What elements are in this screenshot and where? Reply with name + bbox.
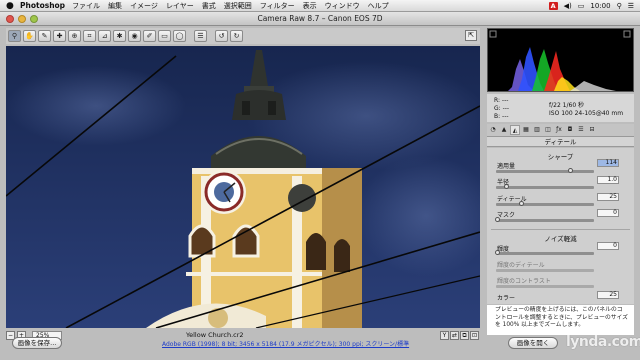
rotate-right-tool-icon[interactable]: ↻: [230, 30, 243, 42]
red-eye-tool-icon[interactable]: ◉: [128, 30, 141, 42]
tab-basic-icon[interactable]: ◔: [488, 125, 498, 135]
preferences-tool-icon[interactable]: ☰: [194, 30, 207, 42]
menu-layer[interactable]: レイヤー: [166, 1, 194, 11]
battery-icon[interactable]: ▭: [578, 2, 585, 10]
menu-edit[interactable]: 編集: [108, 1, 122, 11]
menu-file[interactable]: ファイル: [72, 1, 100, 11]
close-window-icon[interactable]: [6, 15, 14, 23]
luminance-contrast-slider: [496, 285, 594, 288]
menu-image[interactable]: イメージ: [130, 1, 158, 11]
window-title: Camera Raw 8.7 – Canon EOS 7D: [257, 14, 383, 23]
tab-camera-calibration-icon[interactable]: ◘: [565, 125, 575, 135]
menu-filter[interactable]: フィルター: [260, 1, 295, 11]
graduated-filter-tool-icon[interactable]: ▭: [158, 30, 171, 42]
list-icon[interactable]: ☰: [628, 2, 634, 10]
highlight-clipping-icon: [623, 30, 631, 38]
luminance-contrast-label: 輝度のコントラスト: [497, 278, 551, 285]
apple-menu-icon[interactable]: ●: [6, 1, 16, 11]
zoom-window-icon[interactable]: [30, 15, 38, 23]
zoom-hint-text: プレビューの精度を上げるには、このパネルのコントロールを調整するときに、プレビュ…: [487, 305, 634, 335]
volume-icon[interactable]: ◀): [564, 2, 572, 10]
luminance-slider-knob[interactable]: [495, 250, 500, 255]
tab-detail-icon[interactable]: ◭: [510, 125, 520, 135]
masking-slider[interactable]: [495, 217, 594, 222]
minimize-window-icon[interactable]: [18, 15, 26, 23]
camera-raw-window: Camera Raw 8.7 – Canon EOS 7D ⚲ ✋ ✎ ✚ ⊕ ⌗ ⊿ ✱ ◉ ✐…: [0, 12, 640, 360]
image-preview[interactable]: [6, 46, 480, 328]
tab-presets-icon[interactable]: ☰: [576, 125, 586, 135]
straighten-tool-icon[interactable]: ⊿: [98, 30, 111, 42]
tab-hsl-icon[interactable]: ▦: [521, 125, 531, 135]
spot-removal-tool-icon[interactable]: ✱: [113, 30, 126, 42]
shadow-clipping-icon: [489, 30, 497, 38]
hand-tool-icon[interactable]: ✋: [23, 30, 36, 42]
before-after-y-icon[interactable]: Y: [440, 331, 449, 340]
amount-label: 適用量: [497, 163, 516, 170]
detail-slider[interactable]: [496, 201, 594, 206]
tab-effects-icon[interactable]: ƒx: [554, 125, 564, 135]
iso-lens: ISO 100 24-105@40 mm: [549, 110, 624, 117]
menu-view[interactable]: 表示: [303, 1, 317, 11]
panel-title: ディテール: [487, 136, 634, 147]
zoom-tool-icon[interactable]: ⚲: [8, 30, 21, 42]
window-title-bar: Camera Raw 8.7 – Canon EOS 7D: [0, 12, 640, 26]
readout-r: R: ---: [494, 97, 509, 104]
panel-tab-bar: ◔ ▲ ◭ ▦ ▥ ◫ ƒx ◘ ☰ ⊟: [487, 124, 634, 136]
amount-slider-knob[interactable]: [568, 168, 573, 173]
color-noise-field[interactable]: 25: [597, 291, 619, 299]
radial-filter-tool-icon[interactable]: ◯: [173, 30, 186, 42]
white-balance-tool-icon[interactable]: ✎: [38, 30, 51, 42]
readout-g: G: ---: [494, 105, 510, 112]
tab-snapshots-icon[interactable]: ⊟: [587, 125, 597, 135]
lynda-watermark: lynda.com: [566, 334, 640, 350]
detail-slider-knob[interactable]: [519, 201, 524, 206]
luminance-detail-slider: [496, 269, 594, 272]
rotate-left-tool-icon[interactable]: ↺: [215, 30, 228, 42]
adjustment-brush-tool-icon[interactable]: ✐: [143, 30, 156, 42]
aperture-shutter: f/22 1/60 秒: [549, 102, 585, 109]
tool-bar: ⚲ ✋ ✎ ✚ ⊕ ⌗ ⊿ ✱ ◉ ✐ ▭ ◯ ☰ ↺ ↻: [6, 28, 480, 44]
luminance-slider[interactable]: [495, 250, 594, 255]
color-sampler-tool-icon[interactable]: ✚: [53, 30, 66, 42]
masking-field[interactable]: 0: [597, 209, 619, 217]
tab-lens-corrections-icon[interactable]: ◫: [543, 125, 553, 135]
swap-settings-icon[interactable]: ⇄: [450, 331, 459, 340]
luminance-field[interactable]: 0: [597, 242, 619, 250]
tab-tone-curve-icon[interactable]: ▲: [499, 125, 509, 135]
church-photo: [6, 46, 480, 328]
radius-slider-knob[interactable]: [504, 184, 509, 189]
workflow-options-link[interactable]: Adobe RGB (1998); 8 bit; 3456 x 5184 (17…: [162, 339, 409, 348]
color-noise-label: カラー: [497, 295, 516, 302]
save-image-button[interactable]: 画像を保存...: [12, 337, 62, 349]
amount-slider[interactable]: [496, 168, 594, 173]
menu-window[interactable]: ウィンドウ: [325, 1, 360, 11]
radius-slider[interactable]: [496, 184, 594, 189]
menu-type[interactable]: 書式: [202, 1, 216, 11]
copy-settings-icon[interactable]: ⧉: [460, 331, 469, 340]
spotlight-icon[interactable]: ⚲: [617, 2, 622, 10]
detail-panel: シャープ 適用量 114 半径 1.0 ディテール 25 マスク 0 ノイズ軽減…: [487, 148, 634, 304]
fullscreen-toggle-icon[interactable]: ⇱: [465, 30, 477, 41]
luminance-detail-label: 輝度のディテール: [497, 262, 545, 269]
clock[interactable]: 10:00: [590, 2, 610, 10]
amount-field[interactable]: 114: [597, 159, 619, 167]
camera-readout: R: --- G: --- B: --- f/22 1/60 秒 ISO 100…: [487, 94, 634, 122]
menu-help[interactable]: ヘルプ: [368, 1, 389, 11]
image-filename: Yellow Church.cr2: [186, 331, 244, 339]
tab-split-toning-icon[interactable]: ▥: [532, 125, 542, 135]
crop-tool-icon[interactable]: ⌗: [83, 30, 96, 42]
section-divider: [491, 229, 630, 230]
menu-select[interactable]: 選択範囲: [224, 1, 252, 11]
toggle-settings-icon[interactable]: ⊡: [470, 331, 479, 340]
masking-slider-knob[interactable]: [495, 217, 500, 222]
open-image-button[interactable]: 画像を開く: [508, 337, 558, 349]
adobe-badge-icon[interactable]: A: [548, 2, 558, 10]
targeted-adjustment-tool-icon[interactable]: ⊕: [68, 30, 81, 42]
detail-field[interactable]: 25: [597, 193, 619, 201]
menu-bar: ● Photoshop ファイル 編集 イメージ レイヤー 書式 選択範囲 フィ…: [0, 0, 640, 12]
radius-field[interactable]: 1.0: [597, 176, 619, 184]
histogram: [487, 28, 634, 92]
readout-b: B: ---: [494, 113, 509, 120]
menu-app-name[interactable]: Photoshop: [20, 1, 65, 10]
